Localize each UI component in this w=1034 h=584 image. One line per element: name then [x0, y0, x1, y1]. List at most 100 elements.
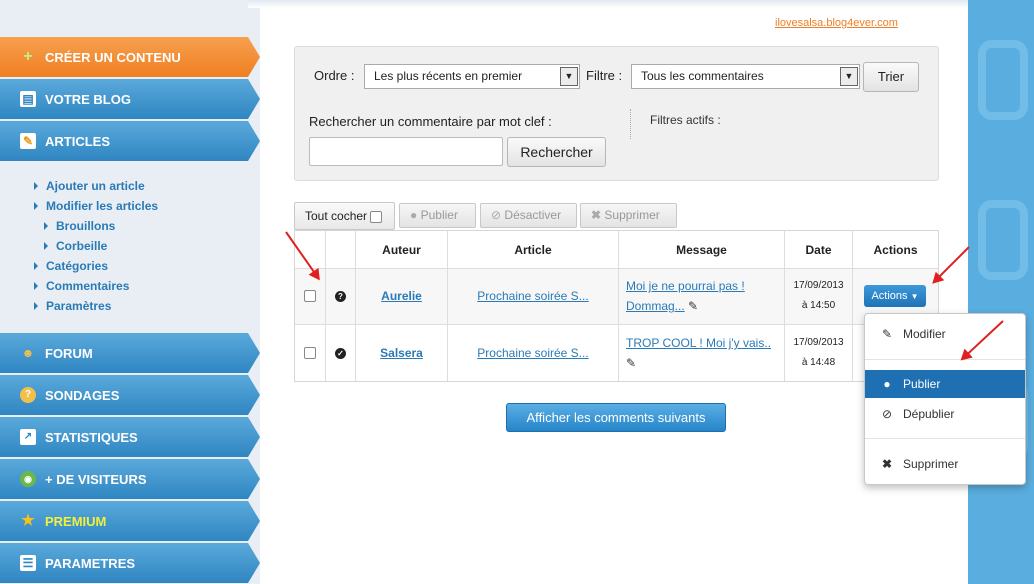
chevron-right-icon — [34, 262, 38, 270]
author-link[interactable]: Aurelie — [381, 289, 422, 303]
filters-panel: Ordre : Les plus récents en premier ▼ Fi… — [294, 46, 939, 181]
show-more-comments-button[interactable]: Afficher les comments suivants — [506, 403, 726, 432]
author-cell: Aurelie — [356, 268, 447, 324]
select-all-button[interactable]: Tout cocher — [294, 202, 395, 230]
article-icon: ✎ — [20, 133, 36, 149]
order-select[interactable]: Les plus récents en premier ▼ — [364, 64, 580, 89]
menu-item-label: Publier — [903, 377, 941, 391]
top-shadow — [248, 0, 968, 8]
x-icon: ✖ — [591, 208, 602, 222]
nav-premium[interactable]: ★ PREMIUM — [0, 501, 260, 541]
edit-icon[interactable]: ✎ — [688, 299, 698, 313]
delete-button[interactable]: ✖ Supprimer — [580, 203, 677, 228]
ban-icon: ⊘ — [881, 407, 893, 421]
nav-more-visitors[interactable]: ◉ + DE VISITEURS — [0, 459, 260, 499]
nav-label: CRÉER UN CONTENU — [45, 49, 181, 65]
row-checkbox[interactable] — [304, 347, 316, 359]
comments-table: Auteur Article Message Date Actions ? Au… — [294, 230, 939, 382]
publish-button[interactable]: ● Publier — [399, 203, 476, 228]
submenu-trash[interactable]: Corbeille — [34, 236, 158, 256]
date-value: 17/09/2013 — [793, 280, 844, 291]
author-link[interactable]: Salsera — [380, 346, 423, 360]
article-cell: Prochaine soirée S... — [448, 325, 618, 381]
separator — [630, 109, 631, 139]
nav-label: STATISTIQUES — [45, 429, 138, 445]
nav-forum[interactable]: ☻ FORUM — [0, 333, 260, 373]
submenu-edit-articles[interactable]: Modifier les articles — [34, 196, 158, 216]
menu-item-publish[interactable]: ● Publier — [865, 370, 1025, 398]
article-link[interactable]: Prochaine soirée S... — [477, 346, 588, 360]
submenu-categories[interactable]: Catégories — [34, 256, 158, 276]
row-checkbox[interactable] — [304, 290, 316, 302]
menu-item-label: Modifier — [903, 327, 946, 341]
nav-your-blog[interactable]: ▤ VOTRE BLOG — [0, 79, 260, 119]
message-link[interactable]: Moi je ne pourrai pas ! — [626, 279, 745, 293]
submenu-comments[interactable]: Commentaires — [34, 276, 158, 296]
chevron-right-icon — [34, 282, 38, 290]
pencil-icon: ✎ — [881, 327, 893, 341]
order-select-value: Les plus récents en premier — [374, 69, 523, 83]
question-circle-icon: ? — [335, 290, 346, 302]
menu-divider — [865, 438, 1025, 439]
submenu-settings[interactable]: Paramètres — [34, 296, 158, 316]
search-button[interactable]: Rechercher — [507, 137, 606, 167]
time-value: à 14:48 — [801, 357, 836, 368]
column-header-author[interactable]: Auteur — [356, 231, 447, 268]
search-label: Rechercher un commentaire par mot clef : — [309, 114, 552, 129]
menu-item-label: Supprimer — [903, 457, 959, 471]
column-header-actions: Actions — [873, 242, 918, 257]
background-shape — [978, 200, 1028, 280]
right-background — [968, 0, 1034, 584]
row-checkbox-cell — [295, 325, 325, 381]
message-link[interactable]: TROP COOL ! Moi j'y vais.. — [626, 336, 771, 350]
select-all-label: Tout cocher — [305, 209, 368, 223]
menu-item-label: Dépublier — [903, 407, 955, 421]
message-link-continued[interactable]: Dommag... — [626, 299, 685, 313]
select-all-checkbox[interactable] — [370, 210, 383, 223]
submenu-add-article[interactable]: Ajouter un article — [34, 176, 158, 196]
submenu-label: Commentaires — [46, 279, 130, 293]
submenu-label: Paramètres — [46, 299, 112, 313]
nav-label: VOTRE BLOG — [45, 91, 131, 107]
article-link[interactable]: Prochaine soirée S... — [477, 289, 588, 303]
star-icon: ★ — [21, 512, 35, 529]
search-input[interactable] — [309, 137, 503, 166]
nav-articles[interactable]: ✎ ARTICLES — [0, 121, 260, 161]
deactivate-button[interactable]: ⊘ Désactiver — [480, 203, 577, 228]
nav-polls[interactable]: ? SONDAGES — [0, 375, 260, 415]
nav-label: ARTICLES — [45, 133, 110, 149]
sort-button[interactable]: Trier — [863, 62, 919, 92]
filter-label: Filtre : — [586, 68, 623, 83]
submenu-drafts[interactable]: Brouillons — [34, 216, 158, 236]
nav-label: FORUM — [45, 345, 93, 361]
menu-divider — [865, 359, 1025, 360]
delete-label: Supprimer — [604, 208, 660, 222]
column-header-article[interactable]: Article — [448, 231, 618, 268]
column-header-date[interactable]: Date — [785, 231, 852, 268]
message-cell: Moi je ne pourrai pas ! Dommag... ✎ — [626, 268, 781, 324]
nav-statistics[interactable]: ↗ STATISTIQUES — [0, 417, 260, 457]
deactivate-label: Désactiver — [504, 208, 562, 222]
nav-create-content[interactable]: + CRÉER UN CONTENU — [0, 37, 260, 77]
articles-submenu: Ajouter un article Modifier les articles… — [34, 176, 158, 316]
chevron-right-icon — [44, 222, 48, 230]
menu-item-unpublish[interactable]: ⊘ Dépublier — [865, 400, 1025, 428]
menu-item-delete[interactable]: ✖ Supprimer — [865, 450, 1025, 478]
filter-select[interactable]: Tous les commentaires ▼ — [631, 64, 860, 89]
column-header-message[interactable]: Message — [619, 231, 784, 268]
edit-icon[interactable]: ✎ — [626, 356, 636, 370]
date-cell: 17/09/2013 à 14:50 — [785, 268, 852, 324]
actions-dropdown-menu: ✎ Modifier ● Publier ⊘ Dépublier ✖ Suppr… — [864, 313, 1026, 485]
poll-icon: ? — [20, 387, 36, 403]
actions-button-label: Actions — [871, 290, 908, 302]
stats-icon: ↗ — [20, 429, 36, 445]
actions-button[interactable]: Actions ▼ — [864, 285, 926, 307]
submenu-label: Modifier les articles — [46, 199, 159, 213]
nav-settings[interactable]: ☰ PARAMETRES — [0, 543, 260, 583]
date-value: 17/09/2013 — [793, 337, 844, 348]
chevron-right-icon — [44, 242, 48, 250]
blog-link[interactable]: ilovesalsa.blog4ever.com — [775, 17, 898, 29]
status-cell: ? — [326, 268, 355, 324]
chevron-right-icon — [34, 202, 38, 210]
dropdown-arrow-icon: ▼ — [840, 67, 858, 86]
